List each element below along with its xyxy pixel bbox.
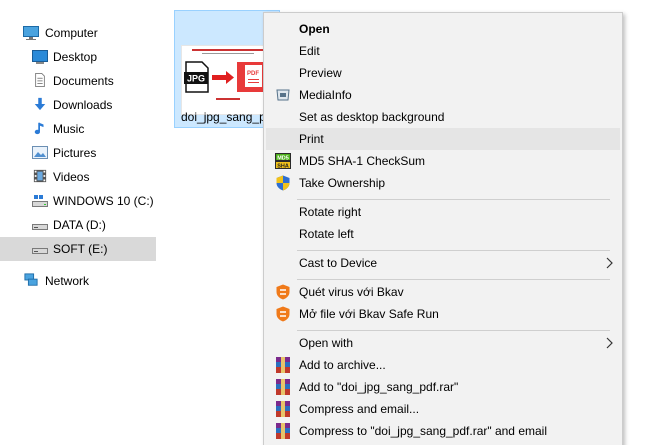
drive-c-icon	[32, 195, 48, 207]
bkav-icon	[276, 306, 290, 322]
menu-item-label: Print	[299, 132, 324, 146]
nav-label: Pictures	[53, 146, 97, 160]
navigation-pane: Computer Desktop Documents Downloads Mus…	[0, 0, 160, 445]
thumb-pdf-text: PDF	[247, 71, 259, 77]
chevron-right-icon	[606, 337, 613, 349]
thumb-jpg-text: JPG	[187, 74, 205, 84]
nav-item-drive-c[interactable]: WINDOWS 10 (C:)	[0, 189, 156, 213]
nav-label: Music	[53, 122, 85, 136]
winrar-icon	[276, 401, 290, 417]
menu-item-label: Cast to Device	[299, 256, 378, 270]
menu-item-bkav-safe-run[interactable]: Mở file với Bkav Safe Run	[266, 303, 620, 325]
menu-item-label: Add to archive...	[299, 358, 386, 372]
music-icon	[34, 122, 44, 135]
nav-label: Downloads	[53, 98, 113, 112]
nav-item-network[interactable]: Network	[0, 269, 156, 293]
nav-label: Desktop	[53, 50, 98, 64]
winrar-icon	[276, 357, 290, 373]
menu-item-label: Take Ownership	[299, 176, 386, 190]
menu-item-bkav-scan[interactable]: Quét virus với Bkav	[266, 281, 620, 303]
menu-separator	[297, 279, 610, 280]
menu-item-label: Open	[299, 22, 330, 36]
checksum-icon: MD5 SHA	[275, 153, 291, 169]
drive-icon	[32, 224, 48, 230]
menu-item-compress-and-email[interactable]: Compress and email...	[266, 398, 620, 420]
desktop-icon	[32, 50, 48, 64]
pictures-icon	[32, 146, 48, 159]
menu-item-add-to-rar[interactable]: Add to "doi_jpg_sang_pdf.rar"	[266, 376, 620, 398]
menu-item-label: MD5 SHA-1 CheckSum	[299, 154, 426, 168]
nav-label: Network	[45, 274, 90, 288]
menu-item-take-ownership[interactable]: Take Ownership	[266, 172, 620, 194]
shield-icon	[276, 175, 290, 191]
file-name: doi_jpg_sang_pdf	[181, 110, 273, 124]
nav-item-drive-d[interactable]: DATA (D:)	[0, 213, 156, 237]
nav-label: DATA (D:)	[53, 218, 106, 232]
menu-item-edit[interactable]: Edit	[266, 40, 620, 62]
menu-item-label: Quét virus với Bkav	[299, 285, 404, 299]
nav-label: WINDOWS 10 (C:)	[53, 194, 154, 208]
chevron-right-icon	[606, 257, 613, 269]
winrar-icon	[276, 423, 290, 439]
nav-item-documents[interactable]: Documents	[0, 69, 156, 93]
menu-item-label: Preview	[299, 66, 342, 80]
nav-label: Computer	[45, 26, 98, 40]
menu-item-label: Compress to "doi_jpg_sang_pdf.rar" and e…	[299, 424, 547, 438]
drive-icon	[32, 248, 48, 254]
menu-item-rotate-left[interactable]: Rotate left	[266, 223, 620, 245]
nav-item-videos[interactable]: Videos	[0, 165, 156, 189]
menu-separator	[297, 330, 610, 331]
svg-text:SHA: SHA	[277, 163, 289, 169]
menu-item-label: Edit	[299, 44, 320, 58]
file-thumbnail: JPG PDF	[181, 45, 273, 115]
nav-item-music[interactable]: Music	[0, 117, 156, 141]
jpg-to-pdf-thumbnail-icon: JPG PDF	[182, 46, 272, 114]
nav-item-drive-e[interactable]: SOFT (E:)	[0, 237, 156, 261]
nav-item-downloads[interactable]: Downloads	[0, 93, 156, 117]
menu-item-print[interactable]: Print	[266, 128, 620, 150]
menu-item-set-desktop-background[interactable]: Set as desktop background	[266, 106, 620, 128]
nav-label: Videos	[53, 170, 90, 184]
mediainfo-icon	[276, 89, 290, 101]
menu-item-preview[interactable]: Preview	[266, 62, 620, 84]
videos-icon	[33, 169, 47, 183]
network-icon	[24, 273, 38, 286]
nav-item-pictures[interactable]: Pictures	[0, 141, 156, 165]
winrar-icon	[276, 379, 290, 395]
menu-item-label: Rotate left	[299, 227, 354, 241]
menu-item-compress-to-rar-and-email[interactable]: Compress to "doi_jpg_sang_pdf.rar" and e…	[266, 420, 620, 442]
menu-item-label: Add to "doi_jpg_sang_pdf.rar"	[299, 380, 459, 394]
bkav-icon	[276, 284, 290, 300]
nav-item-desktop[interactable]: Desktop	[0, 45, 156, 69]
menu-item-label: Open with	[299, 336, 354, 350]
menu-item-cast-to-device[interactable]: Cast to Device	[266, 252, 620, 274]
menu-item-rotate-right[interactable]: Rotate right	[266, 201, 620, 223]
menu-item-label: Set as desktop background	[299, 110, 445, 124]
menu-item-label: Compress and email...	[299, 402, 420, 416]
menu-item-add-to-archive[interactable]: Add to archive...	[266, 354, 620, 376]
menu-item-label: Rotate right	[299, 205, 362, 219]
menu-item-label: MediaInfo	[299, 88, 352, 102]
nav-label: SOFT (E:)	[53, 242, 108, 256]
menu-item-open[interactable]: Open	[266, 18, 620, 40]
nav-label: Documents	[53, 74, 114, 88]
menu-item-open-with[interactable]: Open with	[266, 332, 620, 354]
computer-icon	[23, 26, 39, 40]
context-menu: Open Edit Preview MediaInfo Set as deskt…	[263, 12, 623, 445]
downloads-icon	[34, 97, 46, 111]
menu-item-mediainfo[interactable]: MediaInfo	[266, 84, 620, 106]
menu-item-checksum[interactable]: MD5 SHA MD5 SHA-1 CheckSum	[266, 150, 620, 172]
nav-item-computer[interactable]: Computer	[0, 21, 156, 45]
svg-text:MD5: MD5	[277, 155, 289, 161]
documents-icon	[35, 73, 45, 87]
menu-separator	[297, 250, 610, 251]
menu-item-label: Mở file với Bkav Safe Run	[299, 307, 439, 321]
menu-separator	[297, 199, 610, 200]
